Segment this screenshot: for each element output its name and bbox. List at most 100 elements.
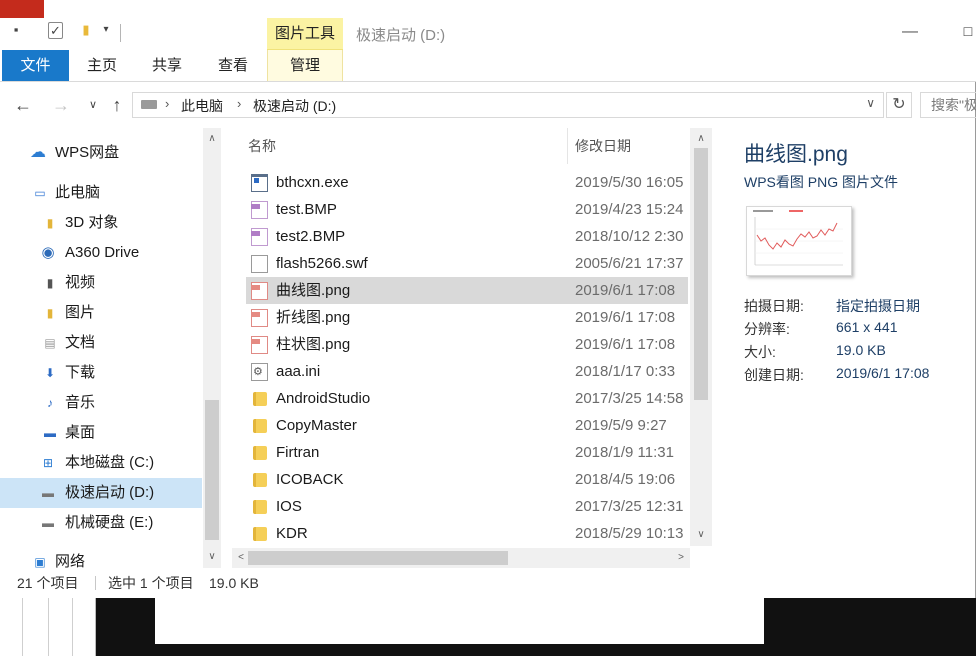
sidebar-item-this-pc[interactable]: ▭ 此电脑 [0, 178, 202, 208]
sidebar-item-pictures[interactable]: ▮ 图片 [0, 298, 202, 328]
sidebar-item-a360-drive[interactable]: ◉ A360 Drive [0, 238, 202, 268]
exe-file-icon [251, 174, 268, 192]
status-separator [95, 576, 96, 590]
folder-row[interactable]: AndroidStudio 2017/3/25 14:58 [246, 385, 688, 412]
details-pane: 曲线图.png WPS看图 PNG 图片文件 拍摄日期: 指定拍摄日期 分辨率:… [712, 128, 976, 568]
item-count: 21 个项目 [17, 575, 79, 591]
navigation-pane: ☁ WPS网盘 ▭ 此电脑 ▮ 3D 对象 ◉ A360 Drive ▮ 视频 … [0, 128, 222, 568]
scroll-down-icon[interactable]: ∨ [203, 548, 221, 566]
back-arrow-icon[interactable]: ← [12, 94, 34, 116]
breadcrumb-chevron-icon[interactable]: › [237, 96, 241, 111]
property-label: 创建日期: [744, 367, 804, 383]
scroll-right-icon[interactable]: > [672, 549, 690, 567]
tab-manage[interactable]: 管理 [267, 50, 343, 81]
address-dropdown-chevron-icon[interactable]: ∨ [866, 96, 875, 110]
search-input[interactable]: 搜索"极速启动 (D:)" [920, 92, 976, 118]
refresh-icon[interactable]: ↻ [886, 92, 912, 118]
property-label: 分辨率: [744, 321, 790, 337]
status-bar: 21 个项目 选中 1 个项目 19.0 KB [0, 568, 976, 598]
sidebar-item-videos[interactable]: ▮ 视频 [0, 268, 202, 298]
breadcrumb-current-drive[interactable]: 极速启动 (D:) [253, 96, 336, 116]
scroll-up-icon[interactable]: ∧ [203, 130, 221, 148]
sidebar-item-desktop[interactable]: ▬ 桌面 [0, 418, 202, 448]
scrollbar-thumb[interactable] [694, 148, 708, 400]
minimize-icon[interactable]: — [900, 22, 920, 42]
picture-tools-context-label: 图片工具 [267, 18, 343, 50]
file-row[interactable]: test2.BMP 2018/10/12 2:30 [246, 223, 688, 250]
divider [48, 598, 49, 656]
date-taken-value[interactable]: 指定拍摄日期 [836, 296, 920, 316]
sidebar-item-3d-objects[interactable]: ▮ 3D 对象 [0, 208, 202, 238]
file-row[interactable]: flash5266.swf 2005/6/21 17:37 [246, 250, 688, 277]
tab-file[interactable]: 文件 [2, 50, 69, 81]
forward-arrow-icon[interactable]: → [50, 94, 72, 116]
drive-icon: ▬ [42, 486, 54, 500]
customize-quick-access-icon[interactable]: ▾ [98, 22, 114, 38]
video-folder-icon: ▮ [46, 276, 54, 290]
drive-icon [141, 100, 157, 109]
tab-view[interactable]: 查看 [202, 50, 264, 81]
column-header-name[interactable]: 名称 [248, 136, 276, 156]
file-list-vertical-scrollbar[interactable]: ∧ ∨ [690, 128, 712, 546]
new-folder-icon[interactable]: ▮ [78, 22, 94, 38]
system-menu-icon[interactable]: ▪ [8, 22, 24, 38]
divider [22, 598, 23, 656]
desktop-folder-icon: ▬ [44, 426, 56, 440]
column-header-date[interactable]: 修改日期 [575, 136, 631, 156]
sidebar-item-drive-d[interactable]: ▬ 极速启动 (D:) [0, 478, 202, 508]
sidebar-item-drive-c[interactable]: ⊞ 本地磁盘 (C:) [0, 448, 202, 478]
sidebar-item-downloads[interactable]: ⬇ 下载 [0, 358, 202, 388]
maximize-icon[interactable]: ☐ [958, 22, 976, 42]
navigation-pane-scrollbar[interactable]: ∧ ∨ [203, 128, 221, 568]
folder-row[interactable]: Firtran 2018/1/9 11:31 [246, 439, 688, 466]
folder-icon [253, 473, 267, 487]
toolbar-separator [120, 24, 121, 42]
folder-row[interactable]: CopyMaster 2019/5/9 9:27 [246, 412, 688, 439]
column-divider[interactable] [567, 128, 568, 164]
file-row[interactable]: 柱状图.png 2019/6/1 17:08 [246, 331, 688, 358]
properties-icon[interactable]: ✓ [48, 22, 63, 39]
folder-3d-icon: ▮ [46, 216, 54, 230]
scrollbar-thumb[interactable] [248, 551, 508, 565]
breadcrumb-this-pc[interactable]: 此电脑 [181, 96, 223, 116]
file-explorer-window: ▪ ✓ ▮ ▾ 图片工具 极速启动 (D:) — ☐ 文件 主页 共享 查看 管… [0, 0, 976, 598]
file-row[interactable]: aaa.ini 2018/1/17 0:33 [246, 358, 688, 385]
folder-icon [253, 527, 267, 541]
file-thumbnail [746, 206, 852, 276]
file-row[interactable]: 折线图.png 2019/6/1 17:08 [246, 304, 688, 331]
windows-drive-icon: ⊞ [42, 456, 54, 470]
folder-row[interactable]: KDR 2018/5/29 10:13 [246, 520, 688, 547]
sidebar-item-music[interactable]: ♪ 音乐 [0, 388, 202, 418]
title-bar: ▪ ✓ ▮ ▾ 图片工具 极速启动 (D:) — ☐ [0, 0, 976, 50]
settings-file-icon [251, 363, 268, 381]
sidebar-item-network[interactable]: ▣ 网络 [0, 547, 202, 568]
folder-row[interactable]: IOS 2017/3/25 12:31 [246, 493, 688, 520]
scrollbar-thumb[interactable] [205, 400, 219, 540]
sidebar-item-wps-cloud[interactable]: ☁ WPS网盘 [0, 138, 202, 168]
music-folder-icon: ♪ [47, 396, 53, 410]
scroll-down-icon[interactable]: ∨ [692, 526, 710, 544]
scroll-up-icon[interactable]: ∧ [692, 130, 710, 148]
tab-share[interactable]: 共享 [136, 50, 198, 81]
recent-locations-chevron-icon[interactable]: ∨ [82, 94, 104, 116]
breadcrumb-chevron-icon[interactable]: › [165, 96, 169, 111]
sidebar-item-drive-e[interactable]: ▬ 机械硬盘 (E:) [0, 508, 202, 538]
png-file-icon [251, 309, 268, 327]
window-title: 极速启动 (D:) [356, 27, 446, 44]
selection-count: 选中 1 个项目 [108, 575, 194, 591]
tab-home[interactable]: 主页 [72, 50, 132, 81]
address-bar[interactable]: › 此电脑 › 极速启动 (D:) ∨ [132, 92, 884, 118]
folder-row[interactable]: ICOBACK 2018/4/5 19:06 [246, 466, 688, 493]
file-row-selected[interactable]: 曲线图.png 2019/6/1 17:08 [246, 277, 688, 304]
up-arrow-icon[interactable]: ↑ [106, 94, 128, 116]
resolution-value: 661 x 441 [836, 319, 898, 335]
file-row[interactable]: bthcxn.exe 2019/5/30 16:05 [246, 169, 688, 196]
file-list-horizontal-scrollbar[interactable]: < > [232, 548, 690, 568]
png-file-icon [251, 336, 268, 354]
generic-file-icon [251, 255, 268, 273]
file-list: 名称 修改日期 bthcxn.exe 2019/5/30 16:05 test.… [232, 128, 712, 568]
file-row[interactable]: test.BMP 2019/4/23 15:24 [246, 196, 688, 223]
property-label: 拍摄日期: [744, 298, 804, 314]
sidebar-item-documents[interactable]: ▤ 文档 [0, 328, 202, 358]
background-window-panel [155, 598, 764, 644]
